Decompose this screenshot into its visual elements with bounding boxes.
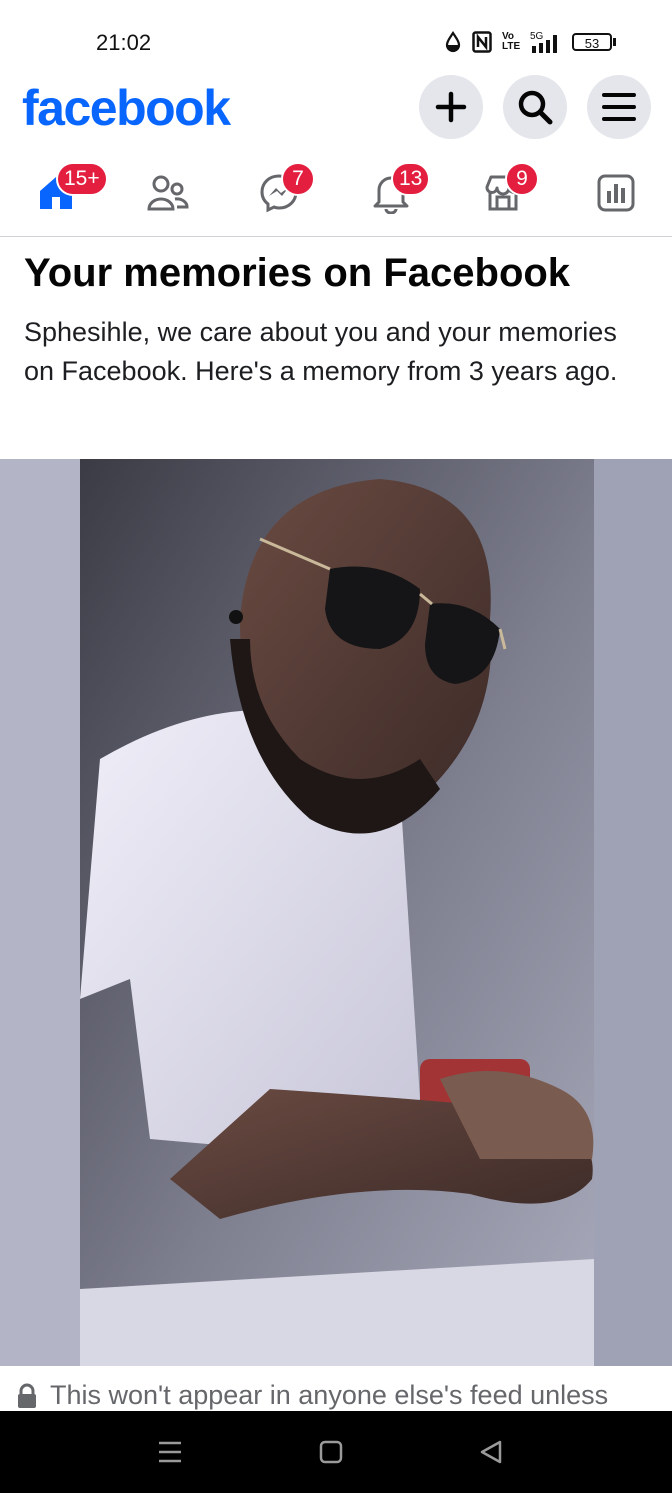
lock-icon [18, 1383, 36, 1408]
memories-title: Your memories on Facebook [24, 251, 571, 295]
search-button[interactable] [503, 75, 567, 139]
tab-notifications[interactable]: 13 [341, 150, 441, 236]
marketplace-badge: 9 [505, 162, 539, 196]
dashboard-icon [597, 174, 635, 212]
status-icons: Vo LTE 5G 53 [444, 30, 616, 54]
home-button-icon[interactable] [319, 1440, 343, 1464]
nfc-icon [472, 31, 492, 53]
app-header: facebook [0, 75, 672, 150]
facebook-logo[interactable]: facebook [22, 80, 231, 136]
battery-icon: 53 [572, 33, 616, 51]
battery-level: 53 [572, 33, 612, 51]
notifications-badge: 13 [391, 162, 431, 196]
network-type-label: 5G [530, 31, 544, 42]
create-button[interactable] [419, 75, 483, 139]
data-saver-icon [445, 31, 461, 53]
plus-icon [435, 91, 467, 123]
privacy-note-text: This won't appear in anyone else's feed … [50, 1380, 609, 1410]
menu-button[interactable] [587, 75, 651, 139]
signal-icon: 5G [530, 31, 557, 53]
hamburger-menu-icon [602, 93, 636, 121]
back-icon[interactable] [479, 1440, 503, 1464]
tab-friends[interactable] [118, 150, 218, 236]
memory-photo-image [0, 459, 672, 1366]
system-navigation-bar [0, 1411, 672, 1493]
tab-bar: 15+ 7 13 9 [0, 150, 672, 237]
privacy-note: This won't appear in anyone else's feed … [16, 1380, 608, 1411]
messenger-badge: 7 [281, 162, 315, 196]
home-badge: 15+ [56, 162, 108, 196]
recent-apps-icon[interactable] [158, 1440, 182, 1464]
volte-label: Vo LTE [502, 31, 521, 52]
tab-home[interactable]: 15+ [6, 150, 108, 236]
memories-message: Sphesihle, we care about you and your me… [24, 317, 618, 386]
friends-icon [147, 175, 189, 211]
status-bar: 21:02 Vo LTE 5G 53 [0, 0, 672, 80]
tab-messenger[interactable]: 7 [229, 150, 329, 236]
search-icon [518, 90, 553, 125]
tab-marketplace[interactable]: 9 [453, 150, 553, 236]
status-time: 21:02 [96, 30, 152, 55]
tab-professional-dashboard[interactable] [566, 150, 666, 236]
memory-photo[interactable] [0, 459, 672, 1366]
